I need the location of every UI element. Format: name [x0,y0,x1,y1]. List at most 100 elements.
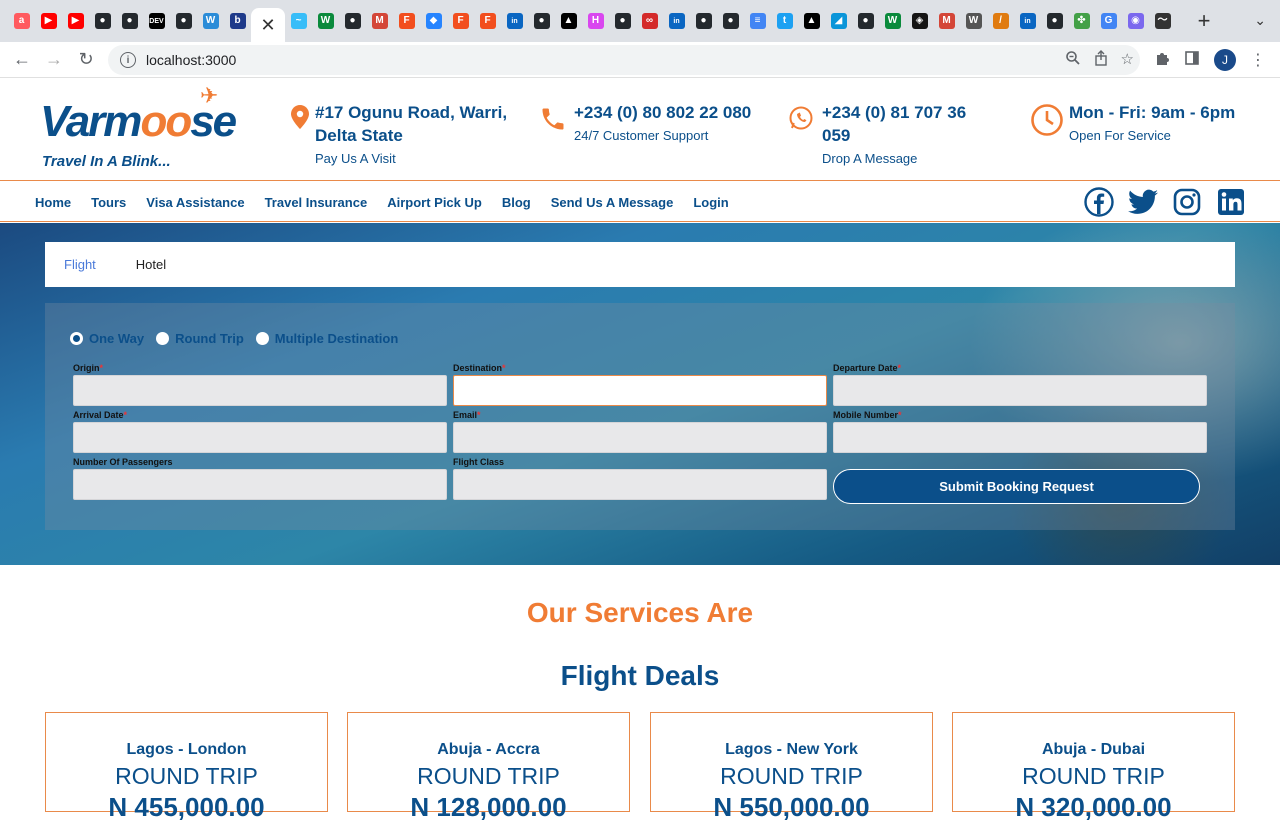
browser-tab[interactable]: ● [528,6,555,36]
side-panel-icon[interactable] [1184,50,1200,71]
radio-indicator[interactable] [156,332,170,345]
browser-tab[interactable]: W [960,6,987,36]
maps-icon: ◢ [830,13,847,29]
bing-icon: b [229,13,246,29]
browser-tab[interactable]: ● [116,6,143,36]
browser-tab[interactable]: ▲ [798,6,825,36]
browser-tab[interactable]: / [987,6,1014,36]
browser-tab[interactable]: ▲ [555,6,582,36]
nav-send-message[interactable]: Send Us A Message [551,195,674,210]
varmoose-logo[interactable]: ✈ Varmoose Travel In A Blink... [40,83,255,171]
tab-search-icon[interactable]: ⌄ [1254,12,1266,29]
browser-tab[interactable]: W [879,6,906,36]
browser-tab[interactable]: ● [609,6,636,36]
browser-tab[interactable]: ◈ [906,6,933,36]
radio-multiple-destination[interactable]: Multiple Destination [255,331,398,346]
nav-airport-pickup[interactable]: Airport Pick Up [387,195,482,210]
new-tab-button[interactable]: + [1192,8,1216,34]
profile-avatar[interactable]: J [1214,49,1236,71]
radio-round-trip[interactable]: Round Trip [156,331,244,346]
email-input[interactable] [453,422,827,453]
linkedin-icon[interactable] [1216,187,1246,217]
whatsapp-number[interactable]: +234 (0) 81 707 36 059 [822,101,992,147]
phone-number[interactable]: +234 (0) 80 802 22 080 [574,101,754,124]
nav-tours[interactable]: Tours [91,195,126,210]
browser-tab[interactable]: ● [170,6,197,36]
submit-booking-button[interactable]: Submit Booking Request [833,469,1200,504]
flight-class-input[interactable] [453,469,827,500]
share-icon[interactable] [1093,50,1109,70]
browser-tab[interactable]: ✕ [251,8,285,42]
radio-one-way[interactable]: One Way [70,331,144,346]
browser-tab[interactable]: ● [852,6,879,36]
mobile-number-input[interactable] [833,422,1207,453]
deal-card[interactable]: Abuja - Accra ROUND TRIP N 128,000.00 [347,712,630,822]
browser-tab[interactable]: ◆ [420,6,447,36]
nav-blog[interactable]: Blog [502,195,531,210]
tab-hotel[interactable]: Hotel [136,257,166,272]
browser-tab[interactable]: ● [690,6,717,36]
passengers-input[interactable] [73,469,447,500]
reload-icon[interactable]: ↻ [70,44,102,76]
social-links [1084,187,1246,217]
instagram-icon[interactable] [1172,187,1202,217]
nav-login[interactable]: Login [693,195,728,210]
browser-tab[interactable]: W [197,6,224,36]
browser-tab[interactable]: ~ [285,6,312,36]
nav-travel-insurance[interactable]: Travel Insurance [265,195,368,210]
departure-date-input[interactable] [833,375,1207,406]
deal-card[interactable]: Lagos - London ROUND TRIP N 455,000.00 [45,712,328,822]
nav-visa-assistance[interactable]: Visa Assistance [146,195,244,210]
browser-tab[interactable]: ▶ [35,6,62,36]
zoom-icon[interactable] [1065,50,1081,70]
browser-tab[interactable]: ◢ [825,6,852,36]
browser-tab[interactable]: t [771,6,798,36]
bookmark-star-icon[interactable]: ☆ [1121,50,1134,70]
radio-indicator[interactable] [255,332,269,345]
browser-tab[interactable]: F [447,6,474,36]
browser-tab[interactable]: ● [717,6,744,36]
browser-tab[interactable]: a [8,6,35,36]
browser-tab[interactable]: ∞ [636,6,663,36]
browser-tab[interactable]: F [474,6,501,36]
browser-tab[interactable]: G [1095,6,1122,36]
facebook-icon[interactable] [1084,187,1114,217]
browser-menu-icon[interactable]: ⋮ [1250,50,1266,70]
nav-home[interactable]: Home [35,195,71,210]
arrival-date-input[interactable] [73,422,447,453]
browser-tab[interactable]: DEV [143,6,170,36]
twitter-icon[interactable] [1128,187,1158,217]
destination-input[interactable] [453,375,827,406]
browser-tab[interactable]: H [582,6,609,36]
tab-flight[interactable]: Flight [64,257,96,272]
browser-tab[interactable]: M [366,6,393,36]
address-bar[interactable]: i localhost:3000 ☆ [108,45,1140,75]
browser-tab[interactable]: ✤ [1068,6,1095,36]
browser-tab[interactable]: b [224,6,251,36]
browser-tab[interactable]: ● [1041,6,1068,36]
browser-tab[interactable]: 〜 [1149,6,1176,36]
deal-card[interactable]: Lagos - New York ROUND TRIP N 550,000.00 [650,712,933,822]
browser-tab[interactable]: in [663,6,690,36]
radio-selected-indicator[interactable] [70,332,83,345]
browser-tab[interactable]: ● [339,6,366,36]
origin-input[interactable] [73,375,447,406]
destination-field: Destination* [453,363,827,406]
browser-tab[interactable]: M [933,6,960,36]
browser-tab[interactable]: ◉ [1122,6,1149,36]
browser-tab[interactable]: ● [89,6,116,36]
url-text[interactable]: localhost:3000 [146,52,236,68]
main-nav: Home Tours Visa Assistance Travel Insura… [0,182,1280,222]
browser-tab[interactable]: W [312,6,339,36]
browser-tab[interactable]: in [501,6,528,36]
browser-tab[interactable]: F [393,6,420,36]
deal-card[interactable]: Abuja - Dubai ROUND TRIP N 320,000.00 [952,712,1235,822]
browser-tab[interactable]: ≡ [744,6,771,36]
forward-icon[interactable]: → [38,44,70,76]
back-icon[interactable]: ← [6,44,38,76]
extensions-icon[interactable] [1154,50,1170,71]
site-info-icon[interactable]: i [120,52,136,68]
browser-tab[interactable]: in [1014,6,1041,36]
browser-tab[interactable]: ▶ [62,6,89,36]
webflow-icon: W [202,13,219,29]
